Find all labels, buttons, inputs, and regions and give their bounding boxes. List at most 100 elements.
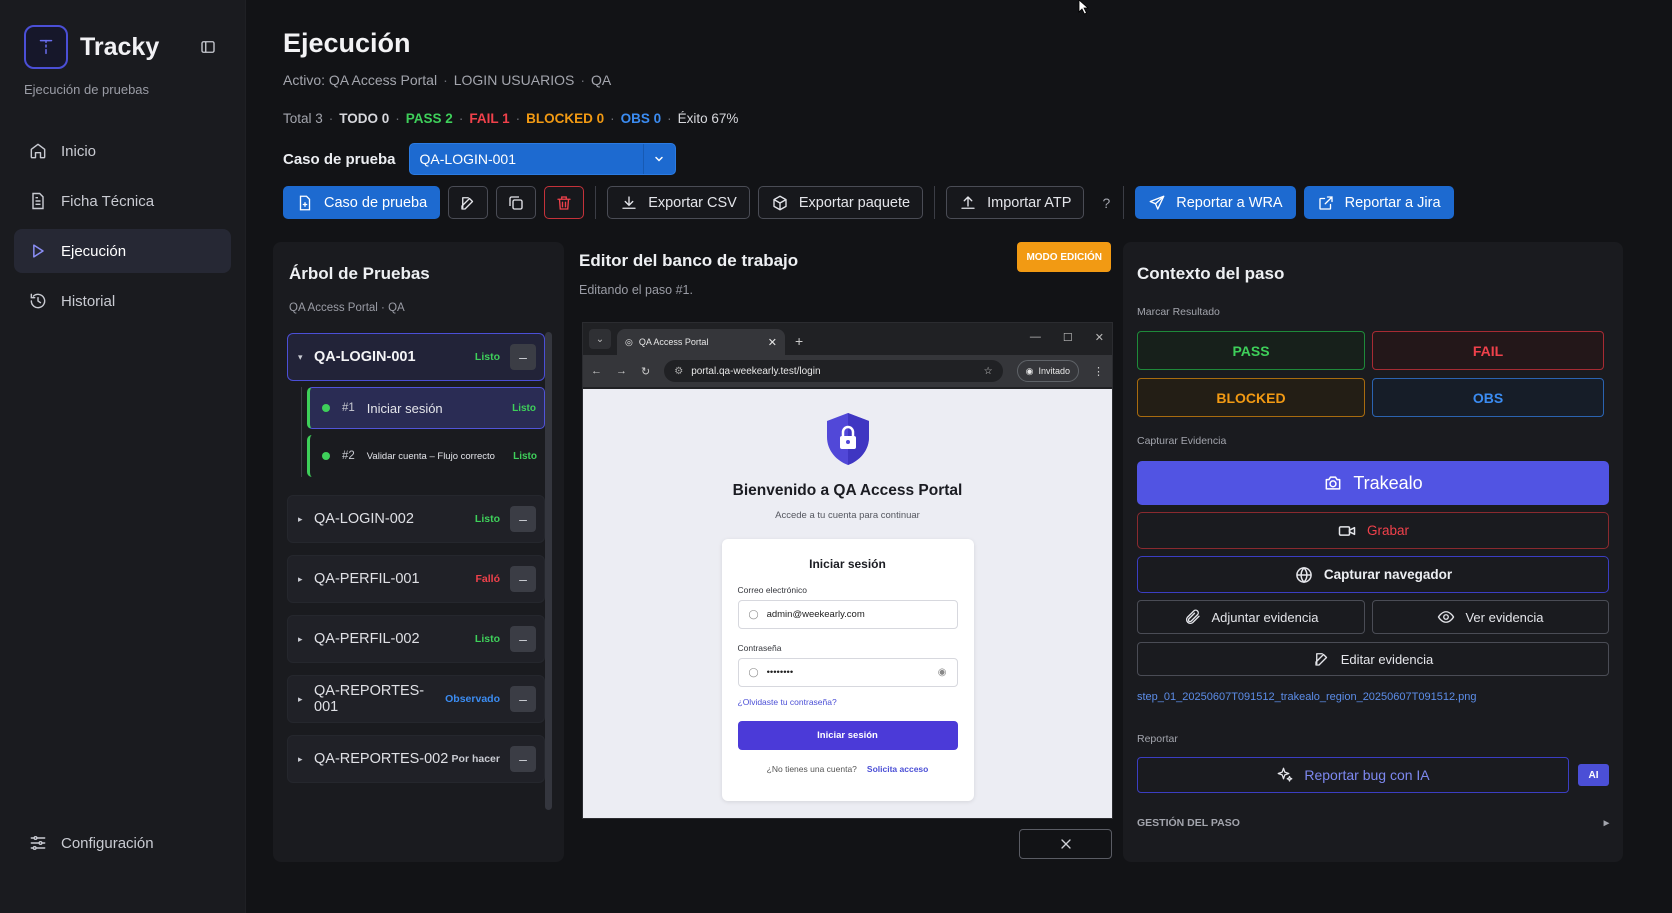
- close-editor-button[interactable]: [1019, 829, 1112, 859]
- remove-node-button[interactable]: –: [510, 746, 536, 772]
- sidebar-nav: Inicio Ficha Técnica Ejecución Historial: [14, 129, 231, 323]
- import-atp-button[interactable]: Importar ATP: [946, 186, 1085, 219]
- status-badge: Listo: [474, 513, 500, 525]
- remove-node-button[interactable]: –: [510, 686, 536, 712]
- browser-tab-strip: ⌄ ◎ QA Access Portal ✕ + — ☐ ✕: [583, 323, 1112, 355]
- tree-node-qa-perfil-001[interactable]: ▸ QA-PERFIL-001 Falló –: [287, 555, 545, 603]
- shield-lock-icon: [826, 413, 869, 465]
- result-buttons: PASS FAIL BLOCKED OBS: [1137, 331, 1609, 417]
- close-window-icon: ✕: [1094, 332, 1104, 344]
- suite-name: LOGIN USUARIOS: [453, 72, 575, 88]
- sidebar-item-configuracion[interactable]: Configuración: [14, 821, 231, 865]
- tree-node-qa-login-001[interactable]: ▾ QA-LOGIN-001 Listo –: [287, 333, 545, 381]
- chevron-down-icon[interactable]: ▾: [298, 352, 314, 363]
- chevron-right-icon[interactable]: ▸: [298, 754, 314, 765]
- paperclip-icon: [1185, 609, 1200, 624]
- new-case-button[interactable]: Caso de prueba: [283, 186, 441, 219]
- more-menu-icon: ⋮: [1093, 365, 1104, 378]
- edit-mode-badge[interactable]: MODO EDICIÓN: [1017, 242, 1111, 272]
- export-package-button[interactable]: Exportar paquete: [757, 186, 924, 219]
- status-badge: Listo: [474, 351, 500, 363]
- guest-profile: ◉ Invitado: [1016, 360, 1079, 382]
- sidebar-item-ficha-tecnica[interactable]: Ficha Técnica: [14, 179, 231, 223]
- page-subtitle: Activo: QA Access Portal · LOGIN USUARIOS ·…: [283, 72, 612, 88]
- login-card: Iniciar sesión Correo electrónico ◯ admi…: [721, 539, 974, 801]
- capture-evidence-label: Capturar Evidencia: [1137, 435, 1227, 447]
- mark-result-label: Marcar Resultado: [1137, 306, 1220, 318]
- step-item-2[interactable]: #2 Validar cuenta – Flujo correcto Listo: [307, 435, 545, 477]
- attach-evidence-button[interactable]: Adjuntar evidencia: [1137, 600, 1365, 634]
- sidebar-item-label: Historial: [61, 292, 116, 310]
- tab-list-icon: ⌄: [589, 329, 611, 349]
- email-label: Correo electrónico: [737, 585, 807, 595]
- globe-icon: ◎: [625, 336, 633, 347]
- tree-scrollbar[interactable]: [545, 332, 552, 810]
- page-title: Ejecución: [283, 28, 411, 58]
- status-dot: [322, 404, 330, 412]
- report-bug-ai-button[interactable]: Reportar bug con IA: [1137, 757, 1569, 793]
- star-icon: ☆: [983, 365, 993, 377]
- chevron-right-icon[interactable]: ▸: [298, 574, 314, 585]
- duplicate-case-button[interactable]: [496, 186, 537, 219]
- sliders-icon: [30, 835, 46, 851]
- stat-pass: PASS 2: [405, 111, 453, 126]
- export-csv-button[interactable]: Exportar CSV: [607, 186, 750, 219]
- report-jira-button[interactable]: Reportar a Jira: [1303, 186, 1454, 219]
- eye-icon: [1438, 611, 1455, 623]
- chevron-right-icon[interactable]: ▸: [298, 634, 314, 645]
- chevron-right-icon[interactable]: ▸: [298, 514, 314, 525]
- browser-screenshot: ⌄ ◎ QA Access Portal ✕ + — ☐ ✕ ← → ↻ ⚙ p…: [582, 322, 1113, 819]
- fail-button[interactable]: FAIL: [1372, 331, 1604, 370]
- package-icon: [773, 195, 787, 210]
- step-item-1[interactable]: #1 Iniciar sesión Listo: [307, 387, 545, 429]
- pass-button[interactable]: PASS: [1137, 331, 1365, 370]
- remove-node-button[interactable]: –: [510, 566, 536, 592]
- sidebar-item-historial[interactable]: Historial: [14, 279, 231, 323]
- tree-node-qa-login-002[interactable]: ▸ QA-LOGIN-002 Listo –: [287, 495, 545, 543]
- sidebar-item-ejecucion[interactable]: Ejecución: [14, 229, 231, 273]
- password-field: ◯ •••••••• ◉: [737, 658, 958, 687]
- user-icon: ◉: [1025, 365, 1034, 376]
- evidence-file-link[interactable]: step_01_20250607T091512_trakealo_region_…: [1137, 691, 1609, 703]
- close-icon: [1060, 839, 1071, 849]
- stat-fail: FAIL 1: [469, 111, 510, 126]
- back-icon: ←: [591, 365, 602, 377]
- remove-node-button[interactable]: –: [510, 626, 536, 652]
- tracky-logo-icon: [24, 25, 68, 69]
- send-icon: [1149, 195, 1165, 210]
- remove-node-button[interactable]: –: [510, 506, 536, 532]
- report-row: Reportar bug con IA AI: [1137, 757, 1609, 793]
- capture-browser-button[interactable]: Capturar navegador: [1137, 556, 1609, 593]
- help-button[interactable]: ?: [1102, 195, 1110, 211]
- toolbar-divider: [1123, 186, 1125, 219]
- view-evidence-button[interactable]: Ver evidencia: [1372, 600, 1609, 634]
- password-label: Contraseña: [737, 643, 782, 653]
- step-list: #1 Iniciar sesión Listo #2 Validar cuent…: [301, 387, 545, 477]
- file-plus-icon: [299, 195, 311, 210]
- forward-icon: →: [616, 365, 627, 377]
- case-select-dropdown[interactable]: QA-LOGIN-001: [408, 143, 676, 175]
- report-wra-button[interactable]: Reportar a WRA: [1135, 186, 1296, 219]
- tree-node-qa-reportes-001[interactable]: ▸ QA-REPORTES-001 Observado –: [287, 675, 545, 723]
- trakealo-button[interactable]: Trakealo: [1137, 461, 1609, 505]
- status-badge: Observado: [445, 693, 500, 705]
- chevron-right-icon[interactable]: ▸: [298, 694, 314, 705]
- record-button[interactable]: Grabar: [1137, 512, 1609, 549]
- remove-node-button[interactable]: –: [510, 344, 536, 370]
- tree-node-qa-reportes-002[interactable]: ▸ QA-REPORTES-002 Por hacer –: [287, 735, 545, 783]
- signup-prompt: ¿No tienes una cuenta? Solicita acceso: [766, 764, 929, 774]
- obs-button[interactable]: OBS: [1372, 378, 1604, 417]
- tree-title: Árbol de Pruebas: [289, 264, 430, 283]
- edit-evidence-button[interactable]: Editar evidencia: [1137, 642, 1609, 676]
- sidebar-toggle-icon[interactable]: [199, 38, 217, 56]
- blocked-button[interactable]: BLOCKED: [1137, 378, 1365, 417]
- delete-case-button[interactable]: [544, 186, 585, 219]
- sidebar-item-inicio[interactable]: Inicio: [14, 129, 231, 173]
- tree-node-qa-perfil-002[interactable]: ▸ QA-PERFIL-002 Listo –: [287, 615, 545, 663]
- sidebar: Tracky Ejecución de pruebas Inicio Ficha…: [0, 0, 246, 913]
- toolbar-divider: [934, 186, 936, 219]
- edit-case-button[interactable]: [448, 186, 489, 219]
- step-management-toggle[interactable]: GESTIÓN DEL PASO ▸: [1137, 817, 1609, 829]
- toolbar-divider: [595, 186, 597, 219]
- case-select-label: Caso de prueba: [283, 150, 396, 168]
